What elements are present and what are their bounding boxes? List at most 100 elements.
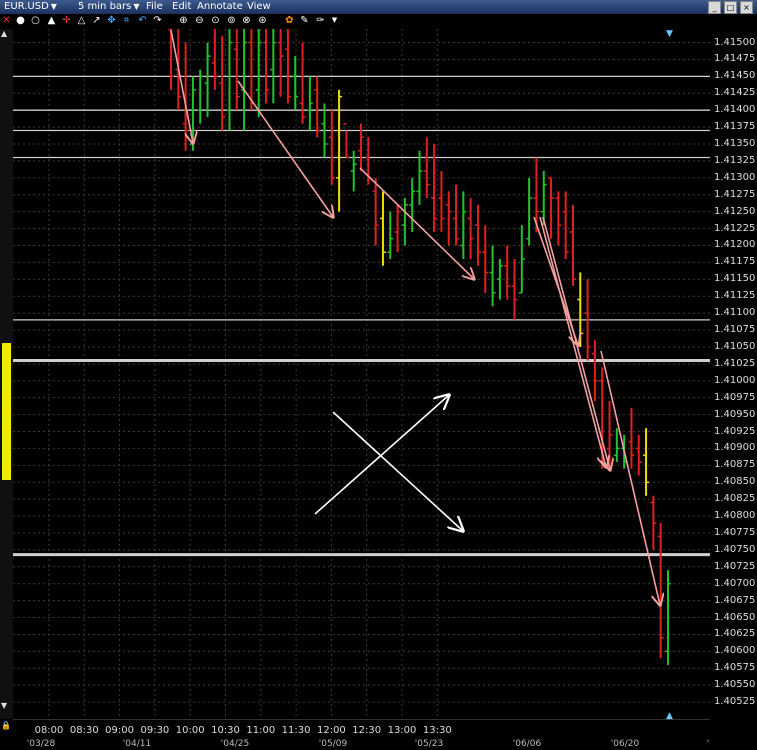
drawing-toolbar: ✕ ● ○ ▲ ✛ △ ↗ ✥ ⌗ ↶ ↷ ⊕ ⊖ ⊙ ⊚ ⊗ ⊛ ✿ ✎ ✑ … — [0, 14, 757, 29]
wrench-icon[interactable]: ✑ — [315, 15, 326, 26]
symbol-dropdown[interactable]: EUR.USD ▼ — [4, 1, 57, 12]
zoom-window-icon[interactable]: ⊛ — [257, 15, 268, 26]
color-wheel-icon[interactable]: ✿ — [284, 15, 295, 26]
zoom-box-icon[interactable]: ⊗ — [241, 15, 252, 26]
ohlc-bar — [474, 204, 481, 266]
y-tick-label: 1.40625 — [714, 628, 756, 640]
crop-icon[interactable]: ⌗ — [121, 15, 132, 26]
undo-icon[interactable]: ↶ — [137, 15, 148, 26]
ohlc-bar — [591, 340, 598, 402]
y-tick-label: 1.40700 — [714, 577, 756, 589]
y-tick-label: 1.41075 — [714, 324, 756, 336]
ohlc-bar — [306, 76, 313, 131]
price-chart[interactable] — [13, 28, 710, 719]
scroll-thumb[interactable] — [2, 343, 11, 480]
y-tick-label: 1.40725 — [714, 560, 756, 572]
ohlc-bar — [255, 29, 262, 117]
menu-file[interactable]: File — [146, 1, 163, 12]
circle-icon[interactable]: ● — [15, 15, 26, 26]
y-tick-label: 1.40575 — [714, 662, 756, 674]
date-tick-label: '03/28 — [26, 739, 56, 749]
y-tick-label: 1.41175 — [714, 256, 756, 268]
ohlc-bar — [336, 89, 343, 212]
ohlc-bar — [577, 272, 584, 347]
close-window-icon[interactable]: × — [740, 1, 753, 14]
minimize-icon[interactable]: _ — [708, 1, 721, 14]
trend-arrow — [237, 80, 333, 217]
trend-arrow — [170, 29, 193, 143]
chevron-down-icon: ▼ — [50, 2, 57, 11]
chart-canvas[interactable] — [13, 28, 710, 719]
trend-arrow — [542, 216, 610, 470]
y-tick-label: 1.41400 — [714, 104, 756, 116]
maximize-icon[interactable]: □ — [724, 1, 737, 14]
ohlc-bar — [555, 191, 562, 246]
ohlc-bar — [314, 76, 321, 138]
white-circle-icon[interactable]: ○ — [30, 15, 41, 26]
scroll-right-indicator-icon[interactable]: ▼ — [666, 29, 673, 39]
ohlc-bar — [526, 177, 533, 246]
pin-icon[interactable]: ✎ — [299, 15, 310, 26]
y-tick-label: 1.41500 — [714, 36, 756, 48]
y-tick-label: 1.40950 — [714, 408, 756, 420]
zoom-fit-icon[interactable]: ⊚ — [226, 15, 237, 26]
zoom-in-icon[interactable]: ⊕ — [178, 15, 189, 26]
ohlc-bar — [548, 177, 555, 239]
zoom-out-icon[interactable]: ⊖ — [194, 15, 205, 26]
y-tick-label: 1.40600 — [714, 645, 756, 657]
timeframe-dropdown[interactable]: 5 min bars ▼ — [78, 1, 140, 12]
ohlc-bar — [628, 407, 635, 469]
zoom-reset-icon[interactable]: ⊙ — [210, 15, 221, 26]
time-tick-label: 12:30 — [352, 725, 382, 736]
close-icon[interactable]: ✕ — [1, 15, 12, 26]
chevron-down-icon: ▼ — [133, 2, 140, 11]
redo-icon[interactable]: ↷ — [152, 15, 163, 26]
date-tick-label: '05/23 — [414, 739, 444, 749]
ohlc-bar — [657, 522, 664, 659]
triangle-outline-icon[interactable]: △ — [76, 15, 87, 26]
y-tick-label: 1.41325 — [714, 154, 756, 166]
triangle-icon[interactable]: ▲ — [46, 15, 57, 26]
cross-annotation — [314, 395, 463, 531]
ohlc-bar — [482, 225, 489, 293]
crosshair-icon[interactable]: ✛ — [61, 15, 72, 26]
ohlc-bar — [423, 137, 430, 199]
date-tick-label: '04/11 — [122, 739, 152, 749]
y-tick-label: 1.41250 — [714, 205, 756, 217]
y-tick-label: 1.41225 — [714, 222, 756, 234]
menu-view[interactable]: View — [247, 1, 271, 12]
ohlc-bar — [270, 29, 277, 104]
y-tick-label: 1.41025 — [714, 357, 756, 369]
y-tick-label: 1.40525 — [714, 696, 756, 708]
y-tick-label: 1.41000 — [714, 374, 756, 386]
y-tick-label: 1.41150 — [714, 273, 756, 285]
ohlc-bar — [379, 191, 386, 266]
y-tick-label: 1.40675 — [714, 594, 756, 606]
scroll-left-indicator-icon[interactable]: ▲ — [666, 711, 673, 721]
move-icon[interactable]: ✥ — [106, 15, 117, 26]
ohlc-bar — [226, 29, 233, 131]
lock-icon[interactable]: 🔒 — [1, 721, 11, 730]
time-tick-label: 08:30 — [69, 725, 99, 736]
window-controls: _ □ × — [705, 1, 753, 14]
vertical-scrollbar[interactable]: ▲ ▼ — [0, 29, 13, 719]
cross-arrow-down — [332, 411, 463, 531]
date-tick-label: '06/20 — [610, 739, 640, 749]
dropdown-icon[interactable]: ▼ — [329, 15, 340, 26]
ohlc-bar — [219, 35, 226, 131]
y-tick-label: 1.40800 — [714, 510, 756, 522]
scroll-down-icon[interactable]: ▼ — [1, 701, 7, 710]
y-tick-label: 1.40750 — [714, 543, 756, 555]
chart-window-titlebar: EUR.USD ▼ 5 min bars ▼ File Edit Annotate … — [0, 0, 757, 14]
ohlc-bar — [284, 29, 291, 104]
timeframe-label: 5 min bars — [78, 1, 132, 12]
menu-edit[interactable]: Edit — [172, 1, 191, 12]
time-tick-label: 10:30 — [211, 725, 240, 736]
scroll-up-icon[interactable]: ▲ — [1, 29, 7, 38]
menu-annotate[interactable]: Annotate — [197, 1, 243, 12]
arrow-icon[interactable]: ↗ — [91, 15, 102, 26]
y-tick-label: 1.40550 — [714, 679, 756, 691]
time-tick-label: 12:00 — [316, 725, 346, 736]
ohlc-bar — [650, 495, 657, 550]
ohlc-bar — [350, 150, 357, 192]
